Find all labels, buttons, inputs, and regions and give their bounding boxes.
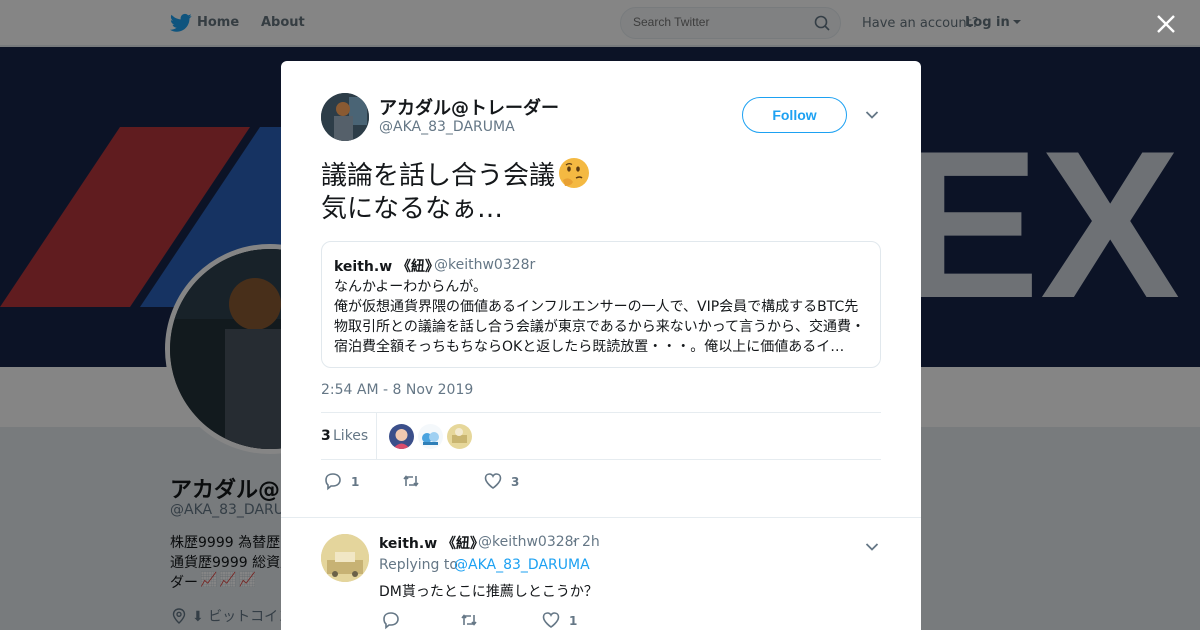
reply-timestamp[interactable]: 2h bbox=[582, 534, 600, 550]
like-count: 3 bbox=[511, 475, 520, 489]
separator-dot: · bbox=[572, 534, 577, 550]
liker-avatar[interactable] bbox=[389, 424, 414, 449]
quote-author-name: keith.w 《紐》 bbox=[334, 259, 440, 275]
liker-avatar-graphic bbox=[389, 424, 414, 449]
liker-avatar[interactable] bbox=[447, 424, 472, 449]
retweet-button[interactable] bbox=[459, 610, 479, 630]
heart-icon bbox=[542, 612, 560, 628]
likes-count[interactable]: 3 bbox=[321, 428, 331, 444]
chevron-down-icon[interactable] bbox=[865, 542, 879, 552]
liker-avatar-graphic bbox=[447, 424, 472, 449]
reply-icon bbox=[383, 612, 399, 630]
author-handle[interactable]: @AKA_83_DARUMA bbox=[379, 119, 515, 135]
retweet-icon bbox=[403, 475, 419, 487]
reply-button[interactable] bbox=[381, 610, 401, 630]
tweet-actions: 1 3 bbox=[321, 466, 881, 496]
liker-avatar[interactable] bbox=[418, 424, 443, 449]
quote-text: なんかよーわからんが。 俺が仮想通貨界隈の価値あるインフルエンサーの一人で、VI… bbox=[334, 277, 870, 357]
tweet-modal: アカダル@トレーダー @AKA_83_DARUMA Follow 議論を話し合う… bbox=[281, 61, 921, 630]
reply-like-count: 1 bbox=[569, 614, 578, 628]
reply-button[interactable] bbox=[323, 471, 343, 491]
reply-author-name[interactable]: keith.w 《紐》 bbox=[379, 533, 484, 553]
author-name[interactable]: アカダル@トレーダー bbox=[379, 94, 559, 120]
tweet-timestamp[interactable]: 2:54 AM - 8 Nov 2019 bbox=[321, 382, 473, 398]
tweet-text-line: 議論を話し合う会議 bbox=[321, 156, 881, 193]
quote-author-handle: @keithw0328r bbox=[434, 257, 536, 273]
reply-tweet[interactable]: keith.w 《紐》 @keithw0328r · 2h Replying t… bbox=[281, 517, 921, 630]
tweet-stats: 3 Likes bbox=[321, 412, 881, 460]
quote-line: 俺が仮想通貨界隈の価値あるインフルエンサーの一人で、VIP会員で構成するBTC先 bbox=[334, 299, 859, 315]
like-button[interactable] bbox=[483, 471, 503, 491]
quoted-tweet[interactable]: keith.w 《紐》 @keithw0328r なんかよーわからんが。 俺が仮… bbox=[321, 241, 881, 368]
quote-line: 宿泊費全額そっちもちならOKと返したら既読放置・・・。俺以上に価値あるイ… bbox=[334, 339, 845, 355]
tweet-text-line: 気になるなぁ… bbox=[321, 194, 504, 224]
retweet-button[interactable] bbox=[401, 471, 421, 491]
author-avatar[interactable] bbox=[321, 93, 369, 141]
tweet-text-segment: 議論を話し合う会議 bbox=[321, 161, 556, 191]
replying-to-label: Replying to bbox=[379, 557, 458, 573]
follow-button[interactable]: Follow bbox=[742, 97, 847, 133]
quote-line: なんかよーわからんが。 bbox=[334, 279, 488, 295]
thinking-face-icon bbox=[559, 158, 590, 188]
reply-text: DM貰ったとこに推薦しとこうか？ bbox=[379, 584, 598, 600]
close-icon[interactable] bbox=[1156, 14, 1176, 34]
reply-actions: 1 bbox=[379, 610, 879, 630]
heart-icon bbox=[484, 473, 502, 489]
chevron-down-icon[interactable] bbox=[865, 110, 879, 120]
stats-divider bbox=[376, 413, 377, 459]
retweet-icon bbox=[461, 614, 477, 626]
quote-line: 物取引所との議論を話し合う会議が東京であるから来ないかって言うから、交通費・ bbox=[334, 319, 866, 335]
author-avatar-graphic bbox=[321, 93, 369, 141]
reply-author-handle[interactable]: @keithw0328r bbox=[478, 534, 579, 550]
tweet-text: 議論を話し合う会議 気になるなぁ… bbox=[321, 156, 881, 226]
reply-avatar-graphic bbox=[321, 534, 369, 582]
reply-icon bbox=[325, 473, 341, 491]
replying-to-mention[interactable]: @AKA_83_DARUMA bbox=[454, 557, 590, 573]
likes-label[interactable]: Likes bbox=[333, 428, 368, 444]
reply-count: 1 bbox=[351, 475, 360, 489]
liker-avatar-graphic bbox=[418, 424, 443, 449]
reply-author-avatar[interactable] bbox=[321, 534, 369, 582]
like-button[interactable] bbox=[541, 610, 561, 630]
